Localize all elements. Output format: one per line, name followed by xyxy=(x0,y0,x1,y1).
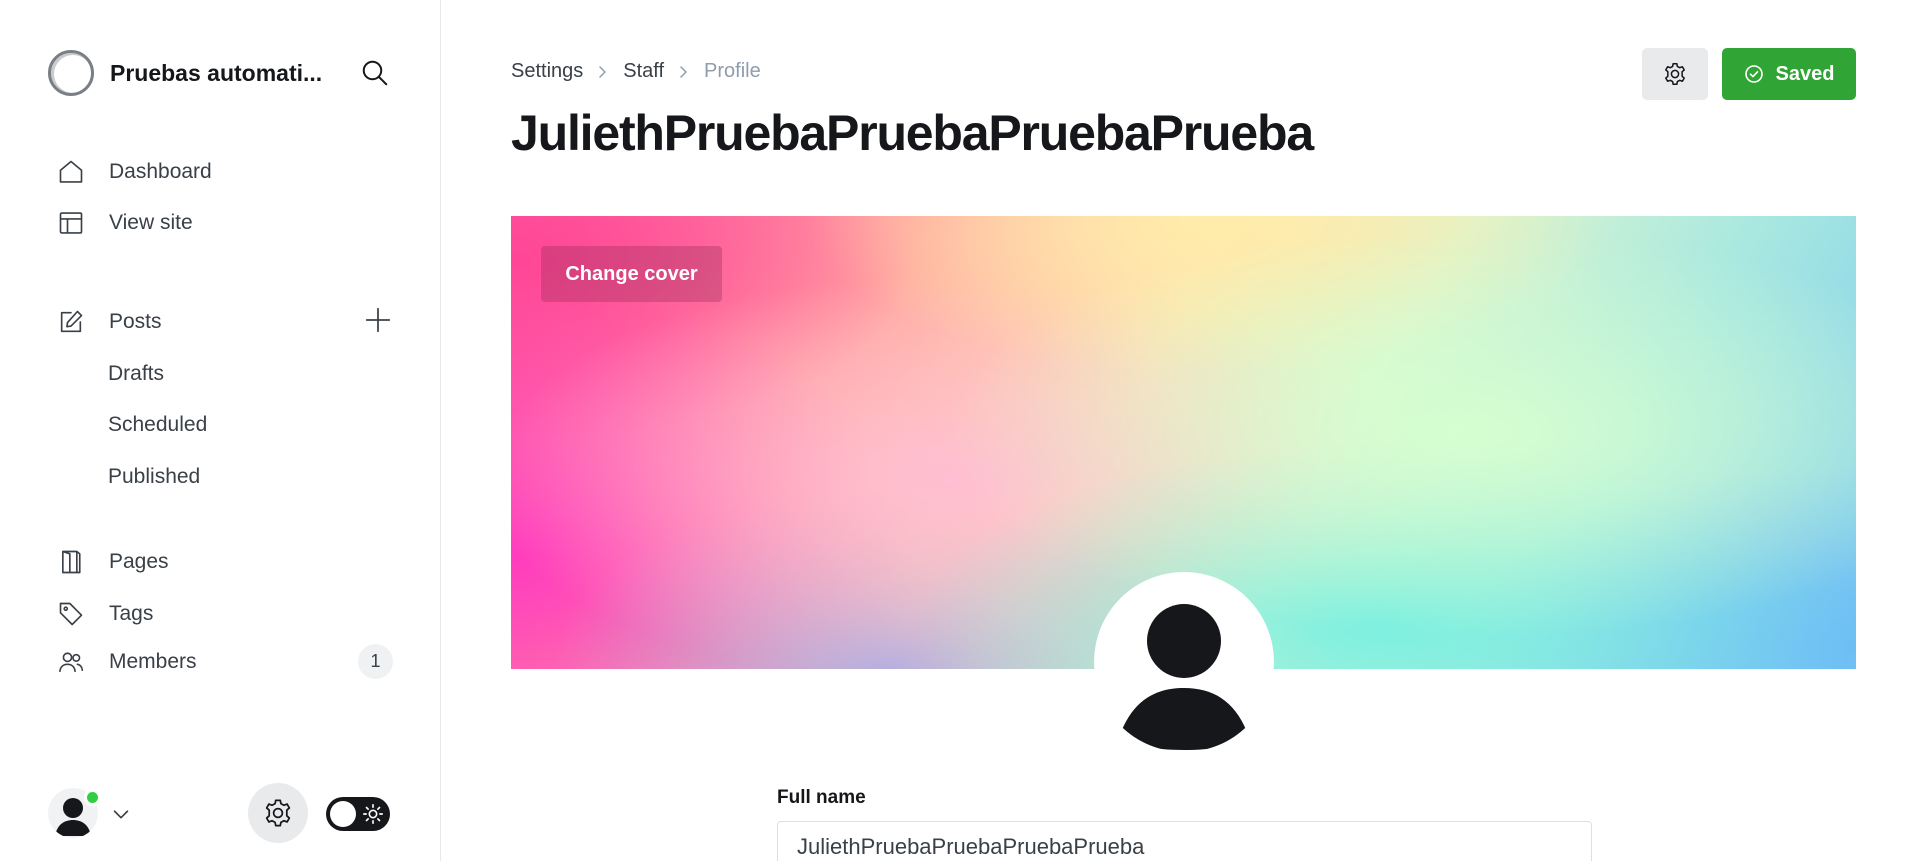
plus-icon xyxy=(365,307,391,333)
tag-icon xyxy=(56,599,86,629)
check-circle-icon xyxy=(1744,65,1763,83)
edit-icon xyxy=(56,307,86,337)
brand[interactable]: Pruebas automati... xyxy=(48,50,330,96)
sidebar-item-pages[interactable]: Pages xyxy=(56,544,169,580)
search-button[interactable] xyxy=(358,56,392,90)
chevron-down-icon[interactable] xyxy=(110,803,132,825)
app-root: Pruebas automati... Dashboard View site … xyxy=(0,0,1920,861)
page-title: JuliethPruebaPruebaPruebaPrueba xyxy=(511,105,1314,161)
members-count-badge: 1 xyxy=(358,644,393,679)
user-actions-button[interactable] xyxy=(1642,48,1708,100)
change-cover-button[interactable]: Change cover xyxy=(541,246,722,302)
gear-icon xyxy=(265,799,291,827)
sidebar-item-label: Members xyxy=(109,650,197,673)
breadcrumb-settings[interactable]: Settings xyxy=(511,60,583,83)
save-button-label: Saved xyxy=(1775,62,1835,85)
breadcrumb: Settings Staff Profile xyxy=(511,60,761,83)
breadcrumb-profile: Profile xyxy=(704,60,761,82)
chevron-right-icon xyxy=(680,65,687,78)
sidebar-item-label: Posts xyxy=(109,310,162,333)
breadcrumb-staff[interactable]: Staff xyxy=(623,60,664,83)
sidebar-item-posts[interactable]: Posts xyxy=(56,304,162,340)
sidebar-item-view-site[interactable]: View site xyxy=(56,205,193,241)
user-silhouette-icon xyxy=(1121,604,1247,750)
add-post-button[interactable] xyxy=(362,304,394,336)
chevron-right-icon xyxy=(599,65,607,78)
sidebar-item-published[interactable]: Published xyxy=(108,460,200,494)
site-name: Pruebas automati... xyxy=(110,59,323,86)
main-content: Settings Staff Profile JuliethPruebaPrue… xyxy=(441,0,1920,861)
profile-image[interactable] xyxy=(1094,572,1274,752)
search-icon xyxy=(362,60,388,86)
sidebar-item-label: Tags xyxy=(109,602,154,625)
save-button[interactable]: Saved xyxy=(1722,48,1856,100)
online-status-dot xyxy=(84,789,101,806)
sidebar-item-label: View site xyxy=(109,211,193,234)
sun-icon xyxy=(363,804,383,824)
gear-icon xyxy=(1665,62,1685,86)
sidebar-item-label: Dashboard xyxy=(109,160,212,183)
sidebar-item-scheduled[interactable]: Scheduled xyxy=(108,408,207,442)
layout-icon xyxy=(56,208,86,238)
sidebar-item-tags[interactable]: Tags xyxy=(56,596,153,632)
settings-button[interactable] xyxy=(248,783,308,843)
page-icon xyxy=(56,547,86,577)
theme-toggle[interactable] xyxy=(326,797,390,831)
site-logo xyxy=(48,50,94,96)
toggle-knob xyxy=(330,801,356,827)
sidebar-item-dashboard[interactable]: Dashboard xyxy=(56,154,212,190)
home-icon xyxy=(56,157,86,187)
sidebar-item-members[interactable]: Members xyxy=(56,644,197,680)
sidebar-item-label: Pages xyxy=(109,550,169,573)
sidebar: Pruebas automati... Dashboard View site … xyxy=(0,0,441,861)
users-icon xyxy=(56,647,86,677)
full-name-input[interactable] xyxy=(777,821,1592,861)
sidebar-item-drafts[interactable]: Drafts xyxy=(108,357,164,391)
full-name-label: Full name xyxy=(777,787,866,808)
